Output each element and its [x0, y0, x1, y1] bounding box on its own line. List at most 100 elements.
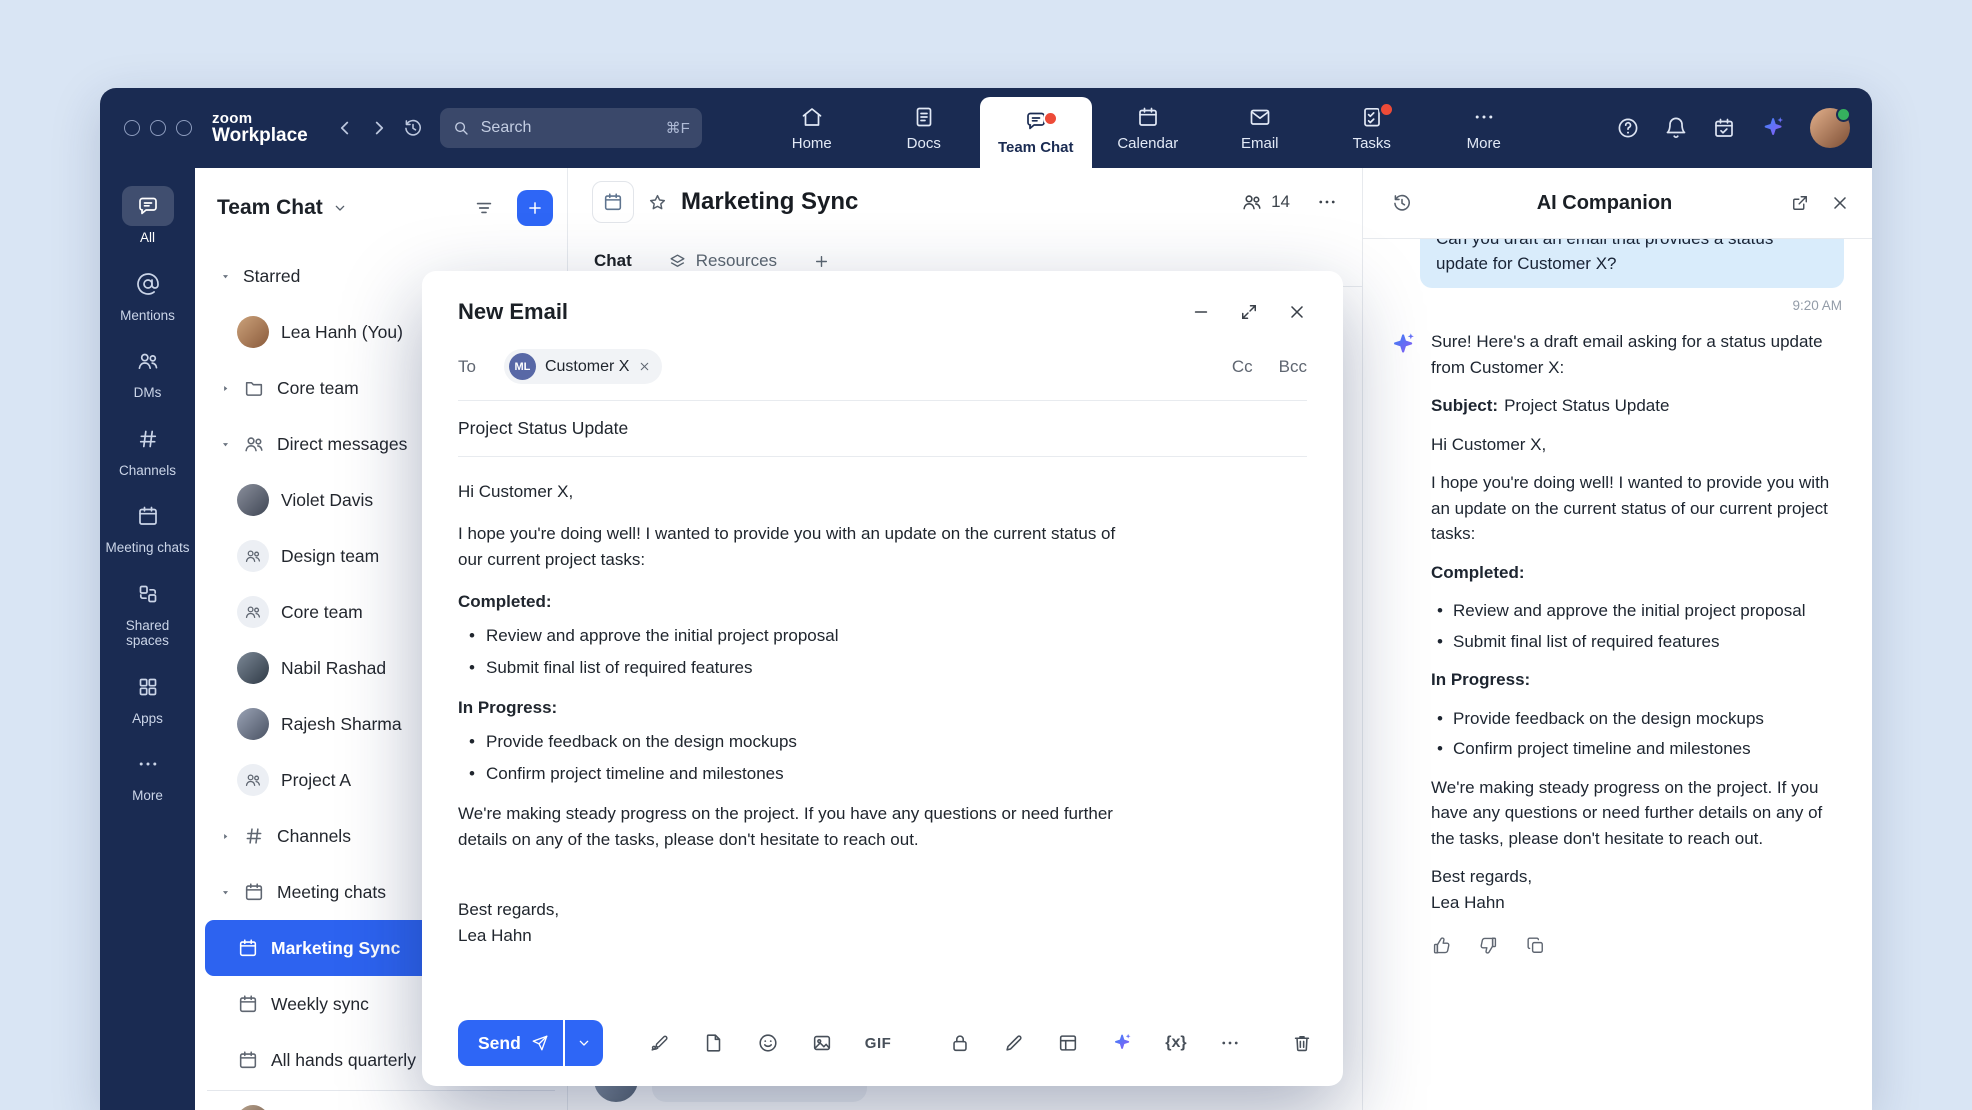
list-divider: [207, 1090, 555, 1091]
emoji-icon: [757, 1032, 779, 1054]
close-button[interactable]: [1287, 302, 1307, 322]
titlebar: zoom Workplace ⌘F Home Docs Team Chat: [100, 88, 1872, 168]
subject-field[interactable]: Project Status Update: [458, 401, 1307, 457]
channel-more-button[interactable]: [1316, 191, 1338, 213]
ai-in-progress-list: Provide feedback on the design mockups C…: [1431, 706, 1846, 762]
ai-history-button[interactable]: [1385, 186, 1419, 220]
nav-tasks[interactable]: Tasks: [1316, 88, 1428, 168]
back-button[interactable]: [328, 111, 362, 145]
rail-item-mentions[interactable]: Mentions: [104, 258, 192, 333]
window-controls[interactable]: [124, 120, 192, 136]
left-rail: All Mentions DMs Channels Meeting chats …: [100, 168, 195, 1110]
history-button[interactable]: [396, 111, 430, 145]
image-button[interactable]: [811, 1032, 833, 1054]
rail-item-apps[interactable]: Apps: [104, 661, 192, 736]
nav-team-chat[interactable]: Team Chat: [980, 97, 1092, 168]
minimize-button[interactable]: [1191, 302, 1211, 322]
rail-item-more[interactable]: More: [104, 738, 192, 813]
recipient-chip[interactable]: ML Customer X: [504, 349, 662, 384]
caret-right-icon: [220, 831, 231, 842]
thumbs-up-button[interactable]: [1431, 935, 1452, 956]
rail-item-shared-spaces[interactable]: Shared spaces: [104, 568, 192, 658]
zoom-window-control[interactable]: [176, 120, 192, 136]
nav-home[interactable]: Home: [756, 88, 868, 168]
search-input[interactable]: [479, 118, 657, 138]
calendar-icon: [136, 504, 160, 528]
ai-greeting: Hi Customer X,: [1431, 432, 1846, 458]
email-closing: We're making steady progress on the proj…: [458, 801, 1118, 853]
to-field[interactable]: To ML Customer X Cc Bcc: [458, 349, 1307, 401]
copy-icon: [1525, 935, 1546, 956]
template-button[interactable]: [703, 1032, 725, 1054]
expand-button[interactable]: [1239, 302, 1259, 322]
notification-dot: [1379, 102, 1394, 117]
signature-button[interactable]: [649, 1032, 671, 1054]
bcc-button[interactable]: Bcc: [1279, 357, 1307, 377]
forward-button[interactable]: [362, 111, 396, 145]
more-tools-button[interactable]: [1219, 1032, 1241, 1054]
nav-calendar[interactable]: Calendar: [1092, 88, 1204, 168]
thumbs-down-button[interactable]: [1478, 935, 1499, 956]
chevron-left-icon: [334, 117, 356, 139]
bell-icon: [1664, 116, 1688, 140]
email-body-editor[interactable]: Hi Customer X, I hope you're doing well!…: [458, 457, 1118, 949]
ai-sparkle-icon: [1389, 331, 1417, 359]
discard-button[interactable]: [1291, 1032, 1313, 1054]
filter-button[interactable]: [467, 191, 501, 225]
send-icon: [531, 1034, 549, 1052]
new-chat-button[interactable]: [517, 190, 553, 226]
user-avatar[interactable]: [1810, 108, 1850, 148]
calendar-icon: [1136, 105, 1160, 129]
nav-docs[interactable]: Docs: [868, 88, 980, 168]
list-item: Submit final list of required features: [1435, 629, 1846, 655]
caret-down-icon: [220, 887, 231, 898]
schedule-button[interactable]: [1712, 116, 1736, 140]
rail-item-meeting-chats[interactable]: Meeting chats: [104, 490, 192, 565]
ai-conversation: Can you draft an email that provides a s…: [1363, 239, 1872, 1110]
minimize-window-control[interactable]: [150, 120, 166, 136]
ai-close-button[interactable]: [1830, 193, 1850, 213]
avatar: [237, 652, 269, 684]
home-icon: [800, 105, 824, 129]
emoji-button[interactable]: [757, 1032, 779, 1054]
rail-item-dms[interactable]: DMs: [104, 335, 192, 410]
list-item: Provide feedback on the design mockups: [1435, 706, 1846, 732]
notifications-button[interactable]: [1664, 116, 1688, 140]
rail-item-channels[interactable]: Channels: [104, 413, 192, 488]
modal-title: New Email: [458, 299, 568, 325]
gif-button[interactable]: GIF: [865, 1035, 892, 1052]
cc-button[interactable]: Cc: [1232, 357, 1253, 377]
compose-toolbar: Send GIF {x}: [458, 1020, 1313, 1066]
variables-button[interactable]: {x}: [1165, 1034, 1186, 1052]
help-button[interactable]: [1616, 116, 1640, 140]
chevron-down-icon: [576, 1035, 592, 1051]
caret-right-icon: [220, 383, 231, 394]
close-window-control[interactable]: [124, 120, 140, 136]
sidebar-title-dropdown[interactable]: Team Chat: [217, 196, 348, 220]
email-signature: Best regards,Lea Hahn: [458, 897, 1118, 949]
ai-compose-button[interactable]: [1111, 1032, 1133, 1054]
rail-item-all[interactable]: All: [104, 180, 192, 255]
nav-more[interactable]: More: [1428, 88, 1540, 168]
send-button[interactable]: Send: [458, 1020, 563, 1066]
email-in-progress-label: In Progress:: [458, 695, 1118, 721]
ai-companion-button[interactable]: [1760, 115, 1786, 141]
encrypt-button[interactable]: [949, 1032, 971, 1054]
members-button[interactable]: 14: [1241, 191, 1290, 213]
sidebar-item-lea-rajesh[interactable]: Lea/Rajesh 1:1: [205, 1093, 557, 1110]
to-label: To: [458, 357, 476, 377]
people-icon: [243, 433, 265, 455]
favorite-button[interactable]: [647, 192, 668, 213]
layout-button[interactable]: [1057, 1032, 1079, 1054]
copy-button[interactable]: [1525, 935, 1546, 956]
member-count: 14: [1271, 192, 1290, 212]
ai-popout-button[interactable]: [1790, 193, 1810, 213]
email-in-progress-list: Provide feedback on the design mockups C…: [458, 729, 1118, 787]
nav-email[interactable]: Email: [1204, 88, 1316, 168]
plus-icon: [526, 199, 544, 217]
edit-button[interactable]: [1003, 1032, 1025, 1054]
remove-recipient-button[interactable]: [638, 360, 651, 373]
send-options-button[interactable]: [565, 1020, 603, 1066]
email-icon: [1248, 105, 1272, 129]
search-bar[interactable]: ⌘F: [440, 108, 702, 148]
